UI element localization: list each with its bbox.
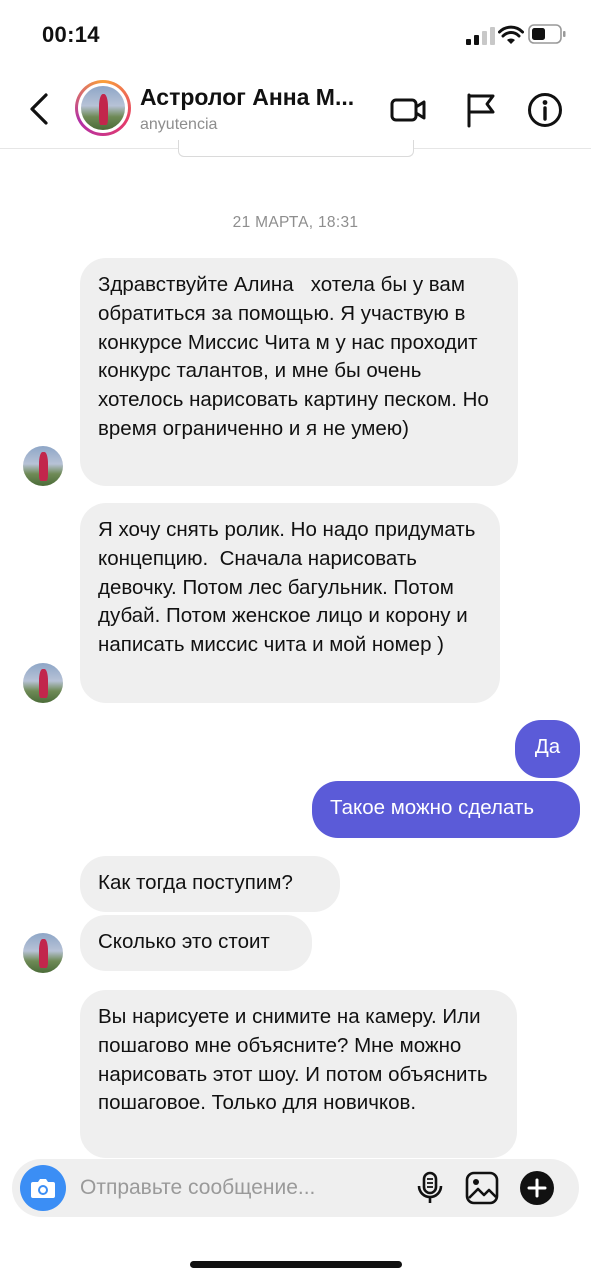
gallery-icon[interactable]	[465, 1171, 499, 1205]
flag-icon[interactable]	[463, 92, 499, 128]
microphone-icon[interactable]	[413, 1171, 447, 1205]
sender-avatar[interactable]	[23, 933, 63, 973]
incoming-message[interactable]: Здравствуйте Алина хотела бы у вам обрат…	[80, 258, 518, 486]
sender-avatar[interactable]	[23, 446, 63, 486]
message-input[interactable]: Отправьте сообщение...	[80, 1176, 315, 1200]
outgoing-message[interactable]: Такое можно сделать	[312, 781, 580, 838]
chat-username[interactable]: anyutencia	[140, 116, 217, 134]
camera-button[interactable]	[20, 1165, 66, 1211]
chat-title[interactable]: Астролог Анна М...	[140, 84, 370, 111]
message-composer: Отправьте сообщение...	[12, 1159, 579, 1217]
status-bar: 00:14	[0, 0, 591, 70]
incoming-message[interactable]: Сколько это стоит	[80, 915, 312, 971]
status-time: 00:14	[42, 22, 100, 47]
sender-avatar[interactable]	[23, 663, 63, 703]
back-arrow-icon[interactable]	[26, 92, 54, 126]
incoming-message[interactable]: Вы нарисуете и снимите на камеру. Или по…	[80, 990, 517, 1158]
add-plus-icon[interactable]	[520, 1171, 554, 1205]
incoming-message[interactable]: Я хочу снять ролик. Но надо придумать ко…	[80, 503, 500, 703]
outgoing-message[interactable]: Да	[515, 720, 580, 778]
wifi-icon	[498, 25, 524, 44]
chat-header: Астролог Анна М... anyutencia	[0, 70, 591, 149]
shared-post-card-edge	[178, 140, 414, 157]
home-indicator	[190, 1261, 402, 1268]
incoming-message[interactable]: Как тогда поступим?	[80, 856, 340, 912]
cellular-signal-icon	[466, 27, 495, 45]
camera-icon	[31, 1179, 55, 1198]
info-icon[interactable]	[527, 92, 563, 128]
battery-icon	[528, 24, 566, 44]
video-call-icon[interactable]	[390, 92, 426, 128]
conversation-date: 21 МАРТА, 18:31	[232, 214, 359, 231]
profile-avatar[interactable]	[75, 80, 131, 136]
